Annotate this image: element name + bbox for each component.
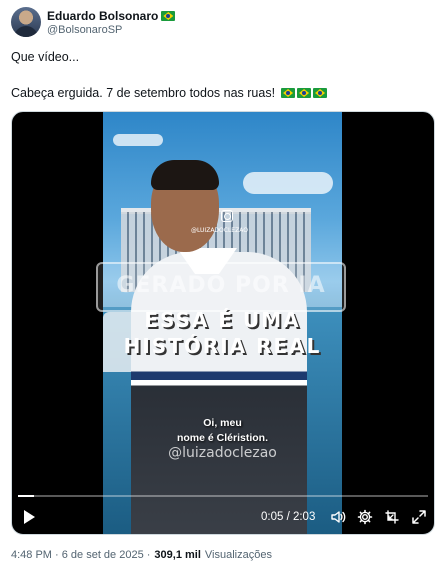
volume-icon[interactable] — [330, 509, 346, 525]
brazil-flag-icon — [313, 88, 328, 98]
ai-watermark-text: GERADO POR IA — [116, 273, 326, 298]
video-time-readout: 0:05 / 2:03 — [261, 511, 316, 523]
avatar[interactable] — [11, 7, 41, 37]
tweet-text-line1: Que vídeo... — [11, 50, 80, 64]
video-headline-line1: ESSA É UMA — [144, 308, 301, 332]
flag-emojis — [281, 88, 328, 98]
video-progress-fill — [18, 495, 35, 497]
settings-gear-icon[interactable] — [357, 509, 373, 525]
author-handle[interactable]: @BolsonaroSP — [47, 24, 122, 36]
instagram-icon — [221, 210, 233, 222]
video-player[interactable]: @LUIZADOCLEZAO GERADO POR IA ESSA É UMA … — [11, 111, 435, 535]
tweet-timestamp[interactable]: 4:48 PM · 6 de set de 2025 · — [11, 549, 150, 561]
brazil-flag-icon — [297, 88, 312, 98]
video-subtitle-line2: nome é Cléristion. — [176, 432, 269, 444]
fullscreen-icon[interactable] — [411, 509, 427, 525]
tiktok-handle: @luizadoclezao — [168, 445, 277, 461]
brazil-flag-icon — [161, 11, 176, 21]
play-icon[interactable] — [22, 510, 36, 524]
tweet-footer: 4:48 PM · 6 de set de 2025 · 309,1 mil V… — [11, 549, 272, 561]
instagram-handle: @LUIZADOCLEZAO — [191, 227, 248, 234]
views-count: 309,1 mil — [154, 549, 201, 561]
tweet-text-line2: Cabeça erguida. 7 de setembro todos nas … — [11, 86, 328, 100]
author-display-name[interactable]: Eduardo Bolsonaro — [47, 9, 158, 23]
video-subtitle-line1: Oi, meu — [203, 417, 242, 429]
video-headline-line2: HISTÓRIA REAL — [123, 334, 322, 358]
tweet-text-line2-text: Cabeça erguida. 7 de setembro todos nas … — [11, 86, 276, 100]
author-name-row: Eduardo Bolsonaro — [47, 9, 176, 23]
tweet: Eduardo Bolsonaro @BolsonaroSP Que vídeo… — [0, 0, 443, 575]
picture-in-picture-icon[interactable] — [384, 509, 400, 525]
brazil-flag-icon — [281, 88, 296, 98]
video-progress-bar[interactable] — [18, 495, 428, 497]
views-label: Visualizações — [204, 549, 272, 561]
